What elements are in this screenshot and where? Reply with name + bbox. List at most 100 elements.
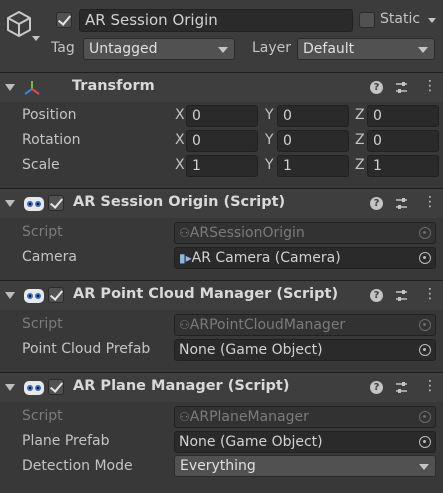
script-field: ⚇ARPointCloudManager bbox=[174, 314, 436, 336]
script-value: ARPlaneManager bbox=[189, 409, 309, 425]
transform-body: Position X 0 Y 0 Z 0 Rotation X 0 Y 0 Z … bbox=[0, 102, 443, 188]
presets-icon[interactable] bbox=[394, 288, 409, 303]
chevron-down-icon bbox=[418, 47, 428, 53]
camera-field[interactable]: ▮▸AR Camera (Camera) bbox=[174, 247, 436, 269]
component-body-ar-point-cloud-manager: Script ⚇ARPointCloudManager Point Cloud … bbox=[0, 310, 443, 372]
plane-prefab-field[interactable]: None (Game Object) bbox=[174, 431, 436, 453]
script-field: ⚇ARSessionOrigin bbox=[174, 222, 436, 244]
scale-label: Scale bbox=[22, 157, 60, 173]
presets-icon[interactable] bbox=[394, 80, 409, 95]
position-label: Position bbox=[22, 107, 77, 123]
camera-icon: ▮▸ bbox=[179, 251, 192, 265]
point-cloud-prefab-field[interactable]: None (Game Object) bbox=[174, 339, 436, 361]
component-header-ar-session-origin[interactable]: AR Session Origin (Script) ? ⋮ bbox=[0, 188, 443, 218]
detection-mode-value: Everything bbox=[180, 458, 256, 474]
component-enabled-toggle[interactable] bbox=[48, 195, 64, 211]
position-y-field[interactable]: 0 bbox=[277, 105, 349, 127]
foldout-arrow-icon[interactable] bbox=[5, 384, 15, 391]
tag-value: Untagged bbox=[89, 41, 158, 57]
static-label: Static bbox=[380, 11, 421, 27]
axis-y-label: Y bbox=[265, 107, 274, 123]
help-icon[interactable]: ? bbox=[370, 197, 383, 210]
gameobject-header: AR Session Origin Static Tag Untagged La… bbox=[0, 0, 443, 72]
layer-dropdown[interactable]: Default bbox=[297, 38, 435, 60]
rotation-y-field[interactable]: 0 bbox=[277, 130, 349, 152]
component-body-ar-plane-manager: Script ⚇ARPlaneManager Plane Prefab None… bbox=[0, 402, 443, 493]
camera-value: AR Camera (Camera) bbox=[191, 250, 341, 266]
kebab-menu-icon[interactable]: ⋮ bbox=[423, 378, 437, 394]
inspector-panel: AR Session Origin Static Tag Untagged La… bbox=[0, 0, 443, 493]
rotation-label: Rotation bbox=[22, 132, 81, 148]
cube-icon bbox=[7, 11, 31, 37]
chevron-down-icon bbox=[419, 464, 429, 470]
position-z-field[interactable]: 0 bbox=[367, 105, 439, 127]
script-icon bbox=[24, 381, 44, 395]
object-picker-icon[interactable] bbox=[419, 436, 431, 448]
script-value: ARPointCloudManager bbox=[189, 317, 346, 333]
axis-z-label: Z bbox=[355, 157, 365, 173]
script-label: Script bbox=[22, 408, 63, 424]
detection-mode-label: Detection Mode bbox=[22, 458, 133, 474]
axis-y-label: Y bbox=[265, 132, 274, 148]
object-picker-icon[interactable] bbox=[419, 344, 431, 356]
detection-mode-dropdown[interactable]: Everything bbox=[174, 455, 436, 477]
scale-z-field[interactable]: 1 bbox=[367, 155, 439, 177]
tag-dropdown[interactable]: Untagged bbox=[83, 38, 235, 60]
point-cloud-prefab-label: Point Cloud Prefab bbox=[22, 341, 151, 357]
help-icon[interactable]: ? bbox=[370, 289, 383, 302]
chevron-down-icon bbox=[218, 47, 228, 53]
object-picker-icon[interactable] bbox=[419, 252, 431, 264]
component-enabled-toggle[interactable] bbox=[48, 287, 64, 303]
object-picker-icon bbox=[419, 227, 431, 239]
tag-label: Tag bbox=[51, 40, 75, 56]
transform-title: Transform bbox=[72, 78, 155, 94]
script-label: Script bbox=[22, 224, 63, 240]
script-file-icon: ⚇ bbox=[179, 410, 190, 424]
object-picker-icon bbox=[419, 319, 431, 331]
static-toggle[interactable] bbox=[359, 12, 375, 28]
transform-axes-icon bbox=[24, 81, 40, 95]
scale-y-field[interactable]: 1 bbox=[277, 155, 349, 177]
kebab-menu-icon[interactable]: ⋮ bbox=[423, 78, 437, 94]
help-icon[interactable]: ? bbox=[370, 381, 383, 394]
layer-label: Layer bbox=[252, 40, 292, 56]
presets-icon[interactable] bbox=[394, 196, 409, 211]
presets-icon[interactable] bbox=[394, 380, 409, 395]
component-body-ar-session-origin: Script ⚇ARSessionOrigin Camera ▮▸AR Came… bbox=[0, 218, 443, 280]
scale-x-field[interactable]: 1 bbox=[186, 155, 258, 177]
object-name-field[interactable]: AR Session Origin bbox=[79, 9, 353, 32]
kebab-menu-icon[interactable]: ⋮ bbox=[423, 286, 437, 302]
kebab-menu-icon[interactable]: ⋮ bbox=[423, 194, 437, 210]
component-title: AR Plane Manager (Script) bbox=[73, 378, 290, 394]
component-header-ar-point-cloud-manager[interactable]: AR Point Cloud Manager (Script) ? ⋮ bbox=[0, 280, 443, 310]
object-picker-icon bbox=[419, 411, 431, 423]
script-file-icon: ⚇ bbox=[179, 226, 190, 240]
component-enabled-toggle[interactable] bbox=[48, 379, 64, 395]
axis-x-label: X bbox=[175, 132, 185, 148]
transform-header[interactable]: Transform ? ⋮ bbox=[0, 72, 443, 102]
foldout-arrow-icon[interactable] bbox=[5, 200, 15, 207]
plane-prefab-label: Plane Prefab bbox=[22, 433, 110, 449]
layer-value: Default bbox=[303, 41, 355, 57]
script-icon bbox=[24, 289, 44, 303]
component-header-ar-plane-manager[interactable]: AR Plane Manager (Script) ? ⋮ bbox=[0, 372, 443, 402]
component-title: AR Point Cloud Manager (Script) bbox=[73, 286, 339, 302]
icon-dropdown-arrow-icon[interactable] bbox=[32, 36, 40, 41]
script-icon bbox=[24, 197, 44, 211]
active-toggle[interactable] bbox=[56, 12, 72, 28]
static-dropdown-arrow-icon[interactable] bbox=[428, 18, 436, 23]
script-value: ARSessionOrigin bbox=[189, 225, 305, 241]
foldout-arrow-icon[interactable] bbox=[5, 84, 15, 91]
help-icon[interactable]: ? bbox=[370, 81, 383, 94]
axis-x-label: X bbox=[175, 157, 185, 173]
camera-label: Camera bbox=[22, 249, 77, 265]
rotation-z-field[interactable]: 0 bbox=[367, 130, 439, 152]
axis-z-label: Z bbox=[355, 132, 365, 148]
foldout-arrow-icon[interactable] bbox=[5, 292, 15, 299]
axis-x-label: X bbox=[175, 107, 185, 123]
script-file-icon: ⚇ bbox=[179, 318, 190, 332]
component-title: AR Session Origin (Script) bbox=[73, 194, 286, 210]
rotation-x-field[interactable]: 0 bbox=[186, 130, 258, 152]
position-x-field[interactable]: 0 bbox=[186, 105, 258, 127]
script-label: Script bbox=[22, 316, 63, 332]
